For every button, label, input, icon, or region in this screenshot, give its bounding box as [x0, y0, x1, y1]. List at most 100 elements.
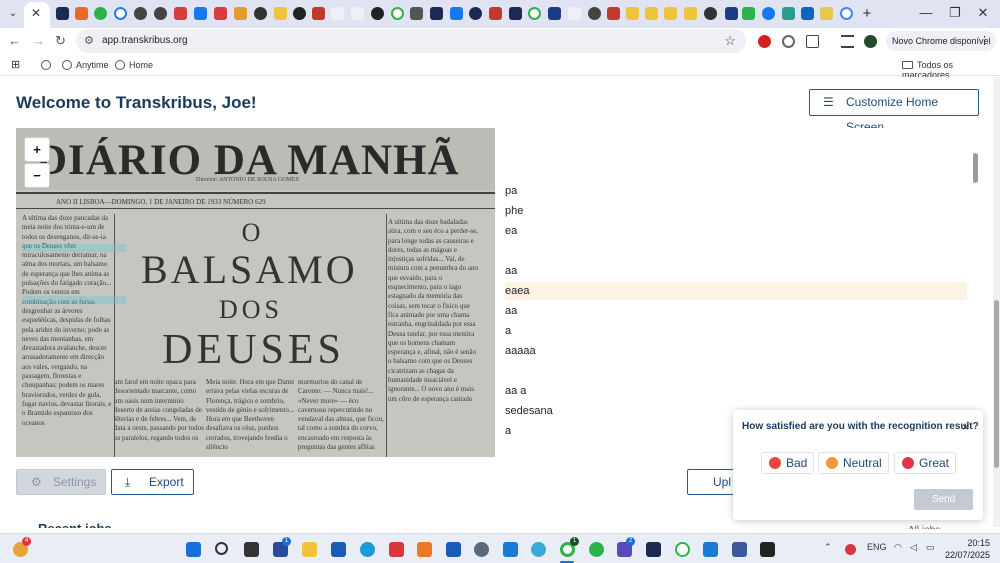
bookmark-globe-icon[interactable] [41, 60, 55, 70]
tab-favicon[interactable] [312, 7, 325, 20]
tab-favicon[interactable] [568, 7, 581, 20]
wifi-icon[interactable]: ◠ [894, 542, 902, 553]
tab-favicon[interactable] [351, 7, 364, 20]
send-feedback-button[interactable]: Send [914, 489, 973, 510]
address-bar[interactable]: ⚙ app.transkribus.org ☆ [76, 29, 746, 53]
tab-favicon[interactable] [410, 7, 423, 20]
tab-favicon[interactable] [684, 7, 697, 20]
rate-bad-button[interactable]: Bad [761, 452, 814, 474]
app-icon[interactable] [732, 542, 747, 557]
start-windows-icon[interactable] [186, 542, 201, 557]
transcript-line[interactable]: phe [505, 202, 967, 220]
transcript-line[interactable]: pa [505, 182, 967, 200]
tab-favicon[interactable] [509, 7, 522, 20]
whatsapp-icon[interactable] [589, 542, 604, 557]
back-arrow-icon[interactable]: ← [8, 33, 21, 48]
tab-favicon[interactable] [75, 7, 88, 20]
tab-favicon[interactable] [450, 7, 463, 20]
tab-favicon[interactable] [801, 7, 814, 20]
profile-avatar[interactable] [864, 35, 877, 48]
transcript-line[interactable] [505, 242, 967, 260]
app-icon[interactable] [389, 542, 404, 557]
close-window-button[interactable]: ✕ [968, 5, 998, 21]
all-jobs-link[interactable]: All jobs [908, 525, 940, 529]
tab-favicon[interactable] [645, 7, 658, 20]
extension-icon[interactable] [758, 35, 771, 48]
app-icon[interactable] [503, 542, 518, 557]
tray-app-icon[interactable] [845, 544, 856, 555]
tab-favicon[interactable] [194, 7, 207, 20]
transcript-line[interactable]: aa a [505, 382, 967, 400]
export-button[interactable]: ⤓ Export [111, 469, 194, 495]
customize-home-screen-button[interactable]: ☰ Customize Home Screen [809, 89, 979, 134]
app-icon[interactable] [331, 542, 346, 557]
edge-icon[interactable] [360, 542, 375, 557]
minimize-button[interactable]: — [911, 5, 941, 20]
tab-favicon[interactable] [664, 7, 677, 20]
input-language[interactable]: ENG [867, 542, 887, 552]
tab-favicon[interactable] [94, 7, 107, 20]
tab-favicon[interactable] [588, 7, 601, 20]
app-icon[interactable] [531, 542, 546, 557]
app-icon[interactable] [417, 542, 432, 557]
tab-favicon[interactable] [762, 7, 775, 20]
maximize-button[interactable]: ❐ [940, 5, 970, 21]
tab-favicon[interactable] [391, 7, 404, 20]
chrome-update-button[interactable]: Novo Chrome disponível ⋮ [886, 31, 996, 51]
task-view-icon[interactable] [244, 542, 259, 557]
tab-favicon[interactable] [528, 7, 541, 20]
tab-favicon[interactable] [174, 7, 187, 20]
transcription-panel[interactable]: pa phe ea aa eaea aa a aaaaa aa a sedesa… [497, 128, 993, 457]
tab-favicon[interactable] [469, 7, 482, 20]
new-tab-button[interactable]: + [860, 5, 874, 22]
transcript-line[interactable] [505, 362, 967, 380]
transcript-line[interactable]: a [505, 322, 967, 340]
tab-favicon[interactable] [331, 7, 344, 20]
tab-favicon[interactable] [371, 7, 384, 20]
file-explorer-icon[interactable] [302, 542, 317, 557]
tab-favicon[interactable] [840, 7, 853, 20]
bookmark-anytime[interactable]: Anytime [62, 60, 109, 70]
settings-gear-icon[interactable] [474, 542, 489, 557]
zoom-out-button[interactable]: − [24, 163, 50, 188]
line-region-highlight[interactable] [22, 244, 126, 252]
tab-favicon[interactable] [742, 7, 755, 20]
zoom-in-button[interactable]: + [24, 137, 50, 162]
more-menu-icon[interactable]: ⋮ [979, 31, 990, 51]
bookmark-home[interactable]: Home [115, 60, 153, 70]
reload-icon[interactable]: ↻ [55, 33, 66, 49]
word-icon[interactable] [446, 542, 461, 557]
tab-favicon[interactable] [293, 7, 306, 20]
tab-favicon[interactable] [274, 7, 287, 20]
close-icon[interactable]: × [962, 420, 969, 434]
rate-neutral-button[interactable]: Neutral [818, 452, 889, 474]
tab-favicon[interactable] [214, 7, 227, 20]
tab-close-icon[interactable]: ✕ [31, 6, 41, 20]
extensions-puzzle-icon[interactable] [806, 35, 819, 48]
document-image-viewer[interactable]: DIÁRIO DA MANHÃ Director: ANTONIO DE SOU… [16, 128, 495, 457]
tab-favicon[interactable] [820, 7, 833, 20]
transcript-line[interactable]: aa [505, 302, 967, 320]
tab-favicon[interactable] [607, 7, 620, 20]
apps-grid-icon[interactable]: ⊞ [11, 58, 20, 71]
extension-icon[interactable] [782, 35, 795, 48]
terminal-icon[interactable] [760, 542, 775, 557]
search-icon[interactable] [215, 542, 228, 555]
tab-favicon[interactable] [430, 7, 443, 20]
tab-favicon[interactable] [489, 7, 502, 20]
line-region-highlight[interactable] [22, 296, 126, 304]
forward-arrow-icon[interactable]: → [32, 33, 45, 48]
transcript-line[interactable]: ea [505, 222, 967, 240]
transcript-line-selected[interactable]: eaea [505, 282, 967, 300]
app-icon[interactable] [675, 542, 690, 557]
tab-favicon[interactable] [56, 7, 69, 20]
tab-favicon[interactable] [254, 7, 267, 20]
active-tab[interactable]: ✕ [24, 2, 50, 28]
tab-favicon[interactable] [548, 7, 561, 20]
app-icon[interactable] [703, 542, 718, 557]
settings-button[interactable]: ⚙ Settings [16, 469, 106, 495]
site-info-icon[interactable]: ⚙ [84, 34, 94, 47]
transcript-scrollbar[interactable] [973, 153, 978, 183]
tab-search-chevron-icon[interactable]: ⌄ [4, 5, 22, 23]
tab-favicon[interactable] [154, 7, 167, 20]
